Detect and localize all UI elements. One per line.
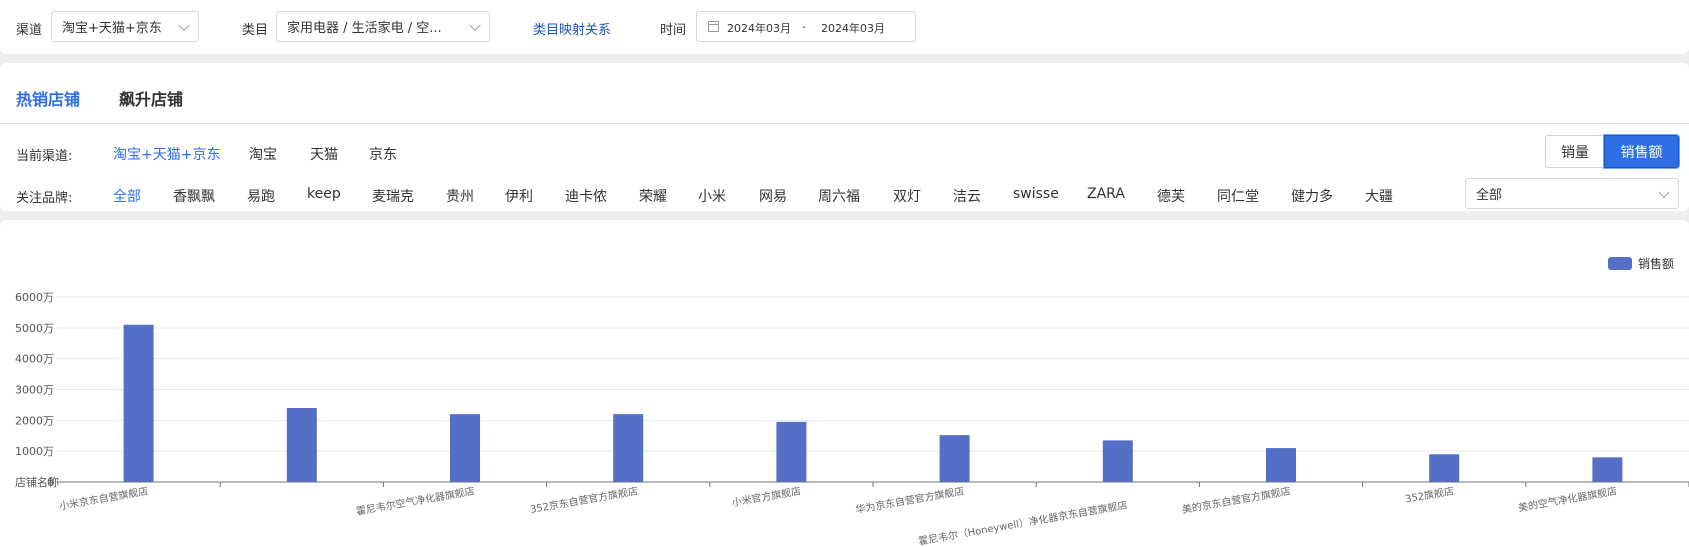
category-select-value: 家用电器 / 生活家电 / 空... — [287, 21, 442, 36]
y-tick-label: 6000万 — [15, 291, 54, 304]
sales-bar-chart: 01000万2000万3000万4000万5000万6000万店铺名称小米京东自… — [15, 291, 1689, 547]
date-range-picker[interactable]: 2024年03月 - 2024年03月 — [696, 11, 916, 42]
channel-row-label: 当前渠道: — [16, 149, 73, 164]
y-tick-label: 3000万 — [15, 384, 54, 397]
bar[interactable] — [286, 408, 317, 482]
x-tick-label: 小米京东自营旗舰店 — [58, 484, 149, 512]
chevron-down-icon — [1658, 186, 1670, 198]
brand-option[interactable]: 贵州 — [446, 186, 474, 206]
bar[interactable] — [123, 324, 154, 482]
category-select[interactable]: 家用电器 / 生活家电 / 空... — [276, 11, 490, 42]
x-tick-label: 华为京东自营官方旗舰店 — [855, 484, 966, 516]
bar[interactable] — [1429, 454, 1460, 482]
bar[interactable] — [939, 435, 970, 482]
y-axis-name: 店铺名称 — [15, 475, 59, 489]
metric-amount-button[interactable]: 销售额 — [1604, 135, 1679, 168]
bar[interactable] — [613, 414, 644, 482]
time-label: 时间 — [660, 23, 687, 38]
brand-option[interactable]: 麦瑞克 — [372, 186, 414, 206]
brand-option[interactable]: 易跑 — [247, 186, 275, 206]
channel-option-tmall[interactable]: 天猫 — [310, 144, 338, 164]
y-tick-label: 4000万 — [15, 353, 54, 366]
calendar-icon — [708, 21, 719, 32]
channel-option-jd[interactable]: 京东 — [369, 144, 397, 164]
bar[interactable] — [776, 421, 807, 482]
channel-select-value: 淘宝+天猫+京东 — [62, 21, 162, 36]
x-tick-label: 霍尼韦尔空气净化器旗舰店 — [355, 484, 475, 518]
brand-option[interactable]: 香飘飘 — [173, 186, 215, 206]
tab-hot-shops[interactable]: 热销店铺 — [16, 86, 80, 110]
category-label: 类目 — [242, 23, 269, 38]
brand-option[interactable]: swisse — [1013, 186, 1059, 202]
date-separator: - — [802, 20, 806, 33]
channel-label: 渠道 — [16, 23, 43, 38]
bar[interactable] — [1592, 457, 1623, 482]
bar[interactable] — [1266, 448, 1296, 482]
channel-select[interactable]: 淘宝+天猫+京东 — [51, 11, 199, 42]
y-tick-label: 1000万 — [15, 445, 54, 458]
brand-row-label: 关注品牌: — [16, 191, 73, 206]
channel-option-all[interactable]: 淘宝+天猫+京东 — [113, 144, 220, 164]
brand-option[interactable]: ZARA — [1087, 186, 1125, 202]
brand-select[interactable]: 全部 — [1465, 178, 1679, 209]
x-tick-label: 美的空气净化器旗舰店 — [1517, 484, 1618, 514]
metric-volume-button[interactable]: 销量 — [1545, 135, 1605, 168]
date-start[interactable]: 2024年03月 — [727, 20, 791, 36]
x-tick-label: 霍尼韦尔（Honeywell）净化器京东自营旗舰店 — [917, 498, 1128, 547]
date-end[interactable]: 2024年03月 — [821, 20, 885, 36]
bar[interactable] — [1102, 440, 1133, 482]
x-tick-label: 美的京东自营官方旗舰店 — [1181, 484, 1292, 516]
brand-option-all[interactable]: 全部 — [113, 186, 141, 206]
chevron-down-icon — [178, 19, 190, 31]
brand-option[interactable]: 德芙 — [1157, 186, 1185, 206]
brand-option[interactable]: 网易 — [759, 186, 787, 206]
x-tick-label: 352旗舰店 — [1404, 484, 1455, 505]
x-tick-label: 352京东自营官方旗舰店 — [529, 484, 639, 516]
y-tick-label: 2000万 — [15, 414, 54, 427]
brand-option[interactable]: 洁云 — [953, 186, 981, 206]
legend-swatch[interactable] — [1608, 257, 1632, 270]
brand-option[interactable]: 周六福 — [818, 186, 860, 206]
brand-option[interactable]: 大疆 — [1365, 186, 1393, 206]
channel-option-taobao[interactable]: 淘宝 — [249, 144, 277, 164]
brand-select-value: 全部 — [1476, 188, 1503, 203]
brand-option[interactable]: 小米 — [698, 186, 726, 206]
x-tick-label: 小米官方旗舰店 — [731, 484, 802, 509]
tab-divider — [0, 123, 1689, 124]
tab-rising-shops[interactable]: 飙升店铺 — [119, 86, 183, 110]
bar[interactable] — [450, 414, 480, 482]
brand-option[interactable]: 荣耀 — [639, 186, 667, 206]
brand-option[interactable]: 同仁堂 — [1217, 186, 1259, 206]
chevron-down-icon — [469, 19, 481, 31]
brand-option[interactable]: 伊利 — [505, 186, 533, 206]
brand-option[interactable]: keep — [307, 186, 341, 202]
y-tick-label: 5000万 — [15, 322, 54, 335]
category-mapping-link[interactable]: 类目映射关系 — [533, 19, 611, 38]
brand-option[interactable]: 健力多 — [1291, 186, 1333, 206]
legend-label: 销售额 — [1638, 257, 1675, 271]
brand-option[interactable]: 双灯 — [893, 186, 921, 206]
brand-option[interactable]: 迪卡侬 — [565, 186, 607, 206]
